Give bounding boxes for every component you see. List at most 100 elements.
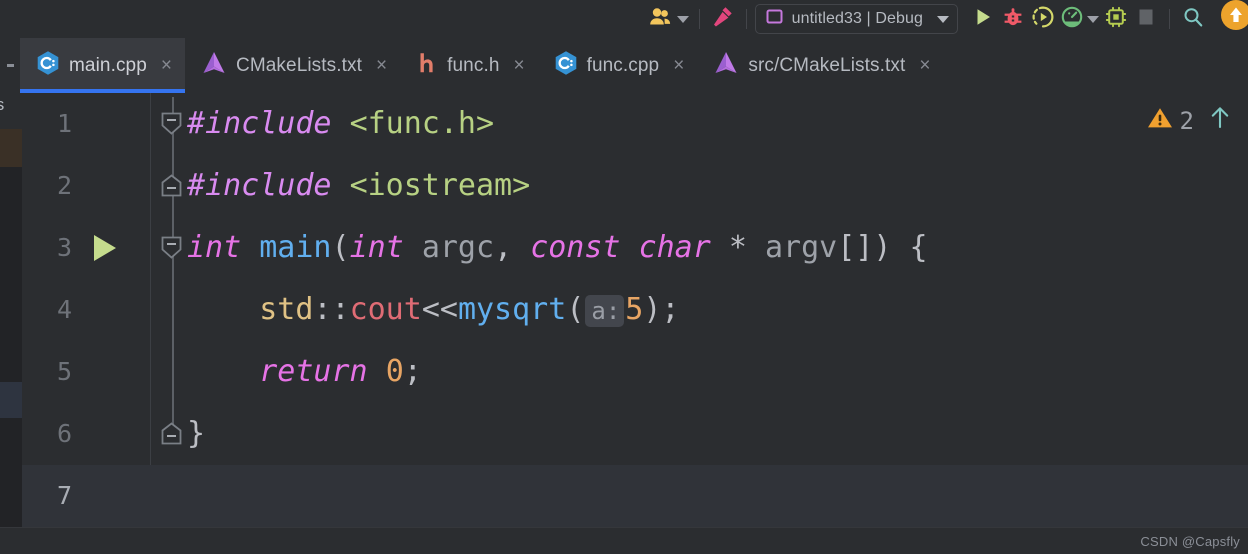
keyword-const: const <box>530 230 621 265</box>
h-file-icon <box>416 50 438 81</box>
project-square-icon <box>765 7 784 31</box>
code-editor[interactable]: 1 #include <func.h> 2 #include <iostream… <box>22 93 1248 554</box>
profiler-button[interactable] <box>1058 4 1101 34</box>
tab-label: func.h <box>447 54 500 76</box>
line-number: 7 <box>56 481 72 510</box>
code-line-2-text: #include <iostream> <box>187 155 530 217</box>
tab-label: func.cpp <box>586 54 660 76</box>
keyword-int: int <box>349 230 404 265</box>
toolbar-divider-2 <box>745 9 747 29</box>
tab-func-cpp[interactable]: func.cpp × <box>538 38 698 93</box>
array-brackets: []) <box>837 230 892 265</box>
parameter-hint-inlay[interactable]: a: <box>585 294 625 327</box>
editor-line-3[interactable]: 3 int main(int argc, const char * argv[]… <box>22 217 1248 279</box>
keyword-int: int <box>187 230 242 265</box>
line-number: 6 <box>56 419 72 448</box>
comma: , <box>494 230 531 265</box>
hammer-icon <box>710 4 736 35</box>
tab-close-icon[interactable]: × <box>673 56 684 75</box>
line-number: 2 <box>56 171 72 200</box>
tab-close-icon[interactable]: × <box>161 56 172 75</box>
tab-label: src/CMakeLists.txt <box>748 54 906 76</box>
cmake-file-icon <box>713 50 739 81</box>
function-mysqrt: mysqrt <box>457 291 567 327</box>
statement-tail: ); <box>643 291 680 327</box>
scope-operator: :: <box>313 291 350 327</box>
keyword-char: char <box>638 230 711 265</box>
function-name-main: main <box>259 230 332 265</box>
clion-ide-window: untitled33 | Debug main.cpp × CMakeLists… <box>0 0 1248 554</box>
stop-button[interactable] <box>1131 4 1161 34</box>
run-configuration-label: untitled33 | Debug <box>791 10 923 27</box>
toolbar-left-group <box>646 0 755 38</box>
watermark-text: CSDN @Capsfly <box>1140 534 1240 549</box>
chevron-down-icon <box>676 15 689 23</box>
run-button[interactable] <box>968 4 998 34</box>
member-cout: cout <box>349 291 422 327</box>
build-button[interactable] <box>708 4 738 34</box>
run-play-icon <box>971 5 995 34</box>
tab-src-cmakelists-txt[interactable]: src/CMakeLists.txt × <box>697 38 943 93</box>
tab-cmakelists-txt[interactable]: CMakeLists.txt × <box>185 38 400 93</box>
line-number: 1 <box>56 109 72 138</box>
paren-open: ( <box>566 291 585 327</box>
cmake-file-icon <box>201 50 227 81</box>
semicolon: ; <box>403 354 422 389</box>
code-lines[interactable]: 1 #include <func.h> 2 #include <iostream… <box>22 93 1248 554</box>
editor-line-1[interactable]: 1 #include <func.h> <box>22 93 1248 155</box>
warning-triangle-icon[interactable] <box>1146 105 1174 136</box>
editor-line-4[interactable]: 4 std::cout<<mysqrt(a: 5); <box>22 279 1248 341</box>
stripe-marker-modified <box>0 129 22 167</box>
update-button[interactable] <box>1214 0 1248 34</box>
line-number: 3 <box>56 233 72 262</box>
search-button[interactable] <box>1178 4 1208 34</box>
editor-line-2[interactable]: 2 #include <iostream> <box>22 155 1248 217</box>
people-button[interactable] <box>646 4 691 34</box>
stub-dash-icon <box>6 64 14 67</box>
people-icon <box>648 6 674 33</box>
arrow-up-icon[interactable] <box>1208 105 1232 136</box>
brace-close: } <box>187 416 206 451</box>
warning-count: 2 <box>1179 106 1194 135</box>
cpp-file-icon <box>36 50 60 81</box>
stripe-marker-region-1 <box>0 167 22 382</box>
code-line-5-text: return 0; <box>187 341 422 403</box>
editor-line-6[interactable]: 6 } <box>22 403 1248 465</box>
tab-close-icon[interactable]: × <box>513 56 524 75</box>
run-gutter-icon[interactable] <box>94 235 116 261</box>
editor-line-5[interactable]: 5 return 0; <box>22 341 1248 403</box>
inspection-widget[interactable]: 2 <box>1146 105 1232 136</box>
main-toolbar: untitled33 | Debug <box>0 0 1248 38</box>
code-line-6-text: } <box>187 403 205 465</box>
editor-line-7[interactable]: 7 <box>22 465 1248 527</box>
left-stripe-truncated-label: ts <box>0 95 4 115</box>
debug-bug-icon <box>1001 5 1025 34</box>
stripe-marker-selection <box>0 382 22 418</box>
run-with-coverage-button[interactable] <box>1028 4 1058 34</box>
update-arrow-icon <box>1216 0 1248 40</box>
code-line-4-text: std::cout<<mysqrt(a: 5); <box>187 279 679 342</box>
parameter-argc: argc <box>421 230 495 265</box>
namespace-std: std <box>259 291 314 327</box>
tab-main-cpp[interactable]: main.cpp × <box>20 38 186 93</box>
parameter-argv: argv <box>765 230 838 265</box>
run-configuration-selector[interactable]: untitled33 | Debug <box>754 4 958 34</box>
code-line-3-text: int main(int argc, const char * argv[]) … <box>187 217 928 279</box>
debug-button[interactable] <box>998 4 1028 34</box>
toolbar-divider-3 <box>1169 9 1170 29</box>
paren-open: ( <box>331 230 350 265</box>
tab-close-icon[interactable]: × <box>376 56 387 75</box>
memory-button[interactable] <box>1101 4 1131 34</box>
left-marker-stripe[interactable]: ts <box>0 93 22 554</box>
search-icon <box>1181 5 1205 34</box>
run-coverage-icon <box>1031 5 1055 34</box>
include-header: <func.h> <box>349 106 495 141</box>
tab-close-icon[interactable]: × <box>919 56 930 75</box>
tab-func-h[interactable]: func.h × <box>400 38 537 93</box>
